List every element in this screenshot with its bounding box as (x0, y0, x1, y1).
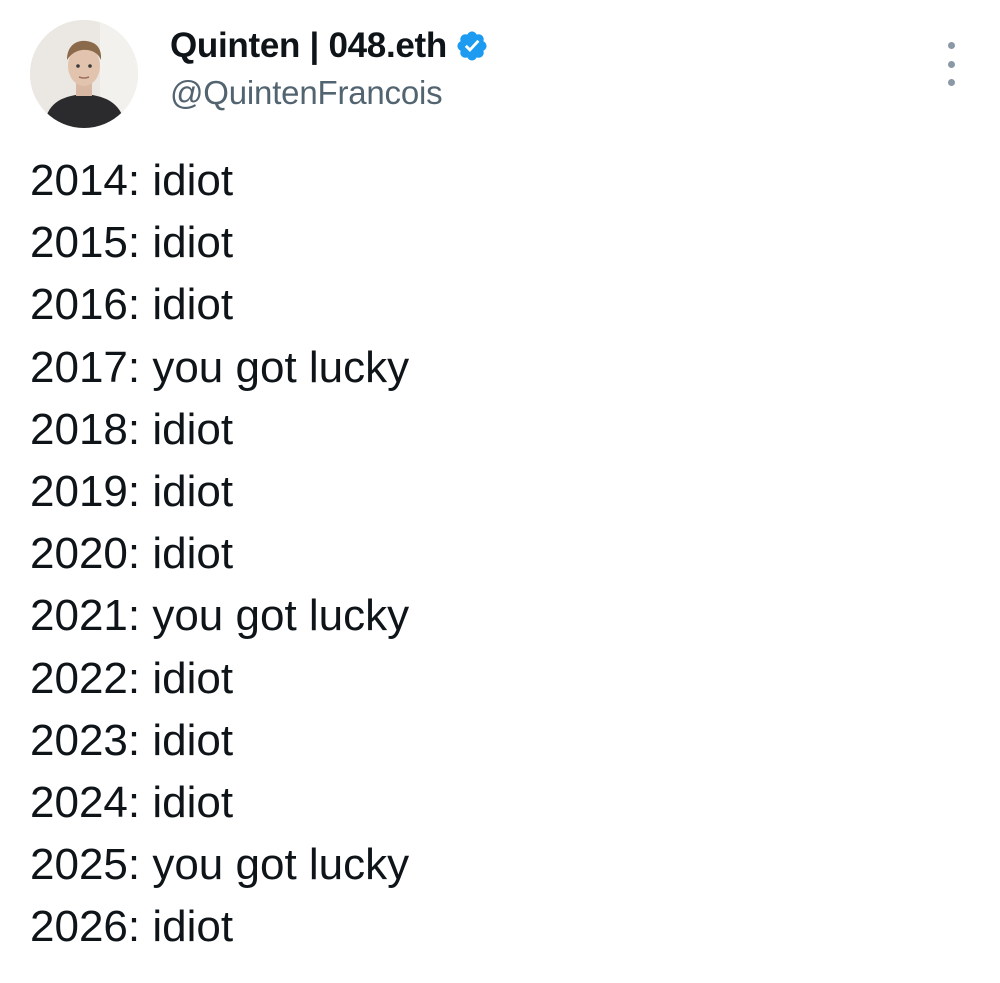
tweet-line: 2022: idiot (30, 653, 234, 703)
tweet-line: 2014: idiot (30, 156, 234, 205)
tweet-line: 2025: you got lucky (30, 840, 410, 890)
tweet-line: 2018: idiot (30, 404, 234, 454)
tweet-text: 2014: idiot 2015: idiot 2016: idiot 2017… (30, 150, 930, 958)
author-handle[interactable]: @QuintenFrancois (170, 74, 489, 112)
tweet-line: 2015: idiot (30, 218, 234, 268)
tweet-line: 2019: idiot (30, 466, 234, 516)
avatar[interactable] (30, 20, 138, 128)
tweet-line: 2016: idiot (30, 280, 234, 330)
tweet-line: 2023: idiot (30, 715, 234, 765)
tweet-line: 2026: idiot (30, 902, 234, 952)
more-vertical-icon (947, 42, 955, 49)
more-vertical-icon-dot (947, 60, 955, 68)
tweet-line: 2017: you got lucky (30, 342, 410, 392)
tweet-line: 2020: idiot (30, 529, 234, 579)
avatar-image (30, 20, 138, 128)
more-vertical-icon-dot (947, 79, 955, 86)
tweet-card: Quinten | 048.eth @QuintenFrancois 2014:… (0, 0, 1000, 983)
more-options-button[interactable] (936, 42, 966, 86)
author-display-name[interactable]: Quinten | 048.eth (170, 26, 447, 66)
tweet-line: 2024: idiot (30, 777, 234, 827)
verified-badge-icon (455, 29, 489, 63)
author-name-row: Quinten | 048.eth (170, 24, 489, 68)
tweet-author: Quinten | 048.eth @QuintenFrancois (170, 24, 489, 112)
tweet-line: 2021: you got lucky (30, 591, 410, 641)
